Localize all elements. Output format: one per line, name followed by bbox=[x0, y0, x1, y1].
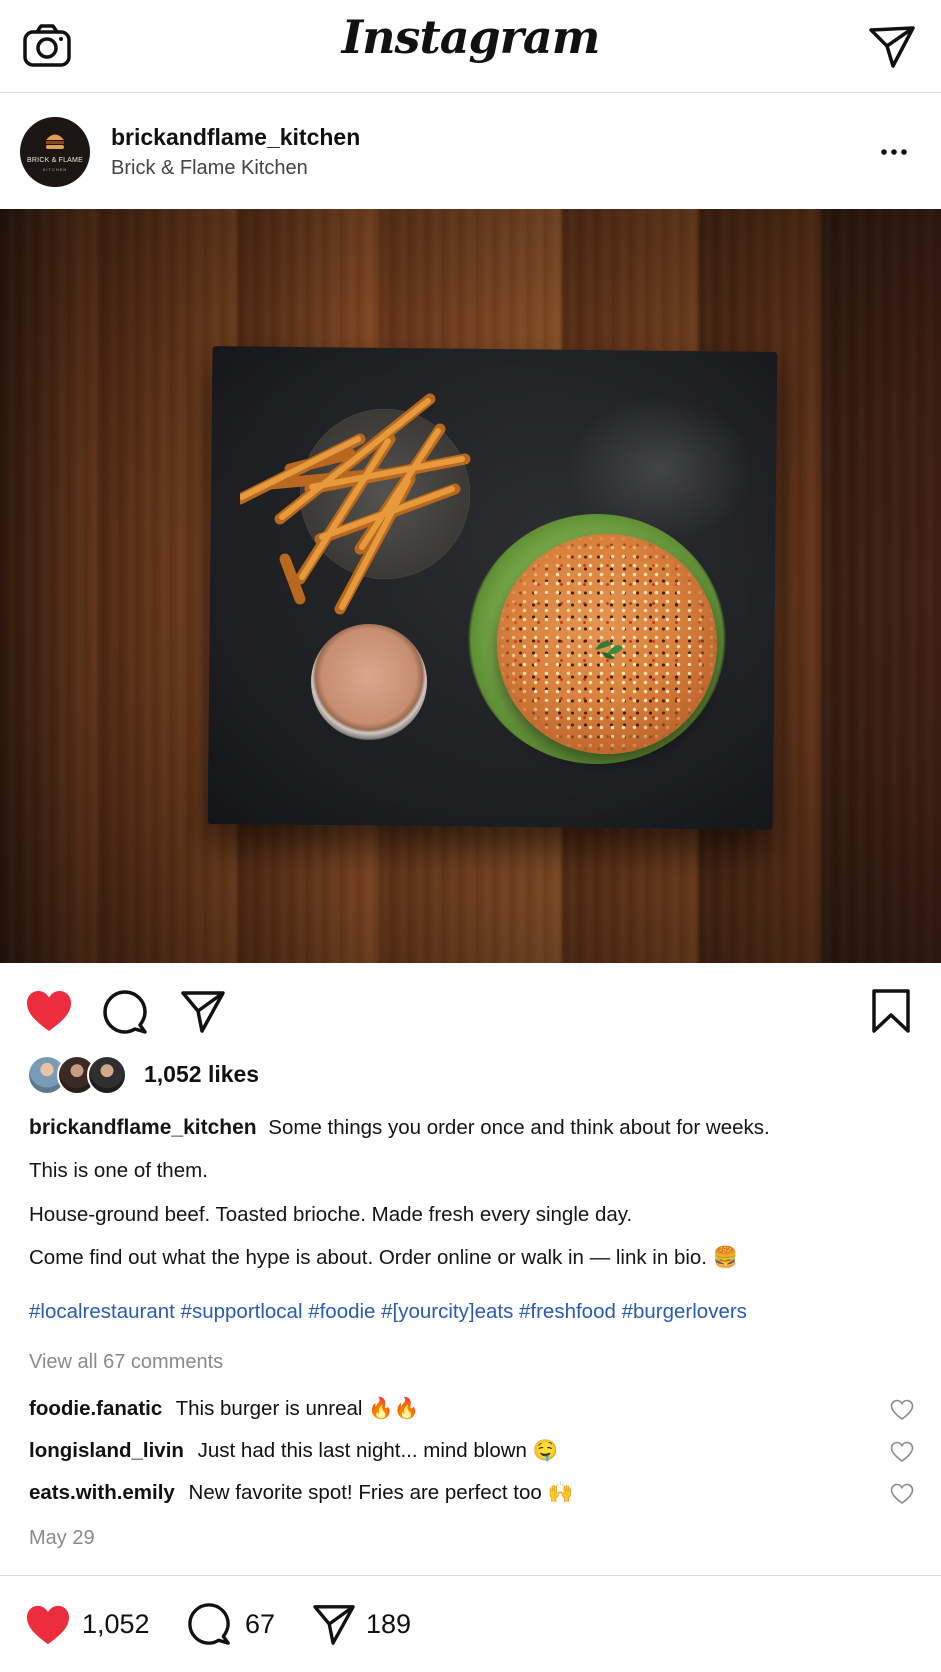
share-icon[interactable] bbox=[312, 1603, 356, 1645]
more-options-icon[interactable] bbox=[879, 137, 909, 167]
comment-item: eats.with.emily New favorite spot! Fries… bbox=[29, 1481, 914, 1511]
comment-like-heart-icon[interactable] bbox=[890, 1483, 914, 1505]
profile-avatar[interactable]: BRICK & FLAME KITCHEN bbox=[20, 117, 90, 187]
avatar-brand-subtext: KITCHEN bbox=[42, 167, 68, 172]
liker-avatar bbox=[87, 1055, 127, 1095]
post-display-name: Brick & Flame Kitchen bbox=[111, 157, 308, 179]
likes-count-total: 1,052 bbox=[82, 1609, 150, 1639]
shares-count-total: 189 bbox=[366, 1609, 412, 1639]
comment-icon[interactable] bbox=[102, 989, 148, 1035]
comment-item: foodie.fanatic This burger is unreal 🔥🔥 bbox=[29, 1397, 914, 1427]
engagement-bar: 1,052 67 189 bbox=[0, 1575, 941, 1672]
post-username[interactable]: brickandflame_kitchen bbox=[111, 124, 360, 151]
comment-text: Just had this last night... mind blown 🤤 bbox=[197, 1439, 559, 1462]
caption-first-line: brickandflame_kitchen Some things you or… bbox=[29, 1116, 770, 1140]
share-icon[interactable] bbox=[180, 989, 226, 1033]
like-heart-icon[interactable] bbox=[25, 989, 73, 1033]
burger-logo-icon bbox=[46, 134, 64, 149]
view-all-comments-link[interactable]: View all 67 comments bbox=[29, 1351, 223, 1374]
comment-icon[interactable] bbox=[187, 1602, 231, 1646]
comment-like-heart-icon[interactable] bbox=[890, 1399, 914, 1421]
post-image[interactable] bbox=[0, 209, 941, 963]
like-heart-icon[interactable] bbox=[25, 1604, 71, 1646]
avatar-brand-text: BRICK & FLAME bbox=[27, 157, 83, 164]
comment-text: New favorite spot! Fries are perfect too… bbox=[188, 1481, 573, 1504]
caption-text-2: This is one of them. bbox=[29, 1159, 208, 1182]
comment-like-heart-icon[interactable] bbox=[890, 1441, 914, 1463]
post-action-bar bbox=[0, 963, 941, 1053]
post-header: BRICK & FLAME KITCHEN brickandflame_kitc… bbox=[0, 93, 941, 209]
post-date: May 29 bbox=[29, 1527, 95, 1549]
comments-count-total: 67 bbox=[245, 1609, 276, 1639]
caption-text-4: Come find out what the hype is about. Or… bbox=[29, 1246, 739, 1269]
caption-username[interactable]: brickandflame_kitchen bbox=[29, 1116, 257, 1139]
comment-username[interactable]: foodie.fanatic bbox=[29, 1397, 162, 1420]
caption-hashtags[interactable]: #localrestaurant #supportlocal #foodie #… bbox=[29, 1300, 747, 1324]
comment-username[interactable]: longisland_livin bbox=[29, 1439, 184, 1462]
comment-text: This burger is unreal 🔥🔥 bbox=[175, 1397, 420, 1420]
caption-text-3: House-ground beef. Toasted brioche. Made… bbox=[29, 1203, 633, 1226]
comment-username[interactable]: eats.with.emily bbox=[29, 1481, 175, 1504]
caption-text-1: Some things you order once and think abo… bbox=[268, 1116, 770, 1139]
photo-vignette bbox=[0, 209, 941, 963]
bookmark-icon[interactable] bbox=[871, 989, 911, 1033]
comment-item: longisland_livin Just had this last nigh… bbox=[29, 1439, 914, 1469]
direct-send-icon[interactable] bbox=[867, 24, 917, 70]
top-navigation-bar: Instagram bbox=[0, 0, 941, 93]
likes-summary[interactable]: 1,052 likes bbox=[27, 1055, 627, 1095]
app-logo: Instagram bbox=[341, 10, 601, 64]
likes-count[interactable]: 1,052 likes bbox=[144, 1061, 259, 1088]
